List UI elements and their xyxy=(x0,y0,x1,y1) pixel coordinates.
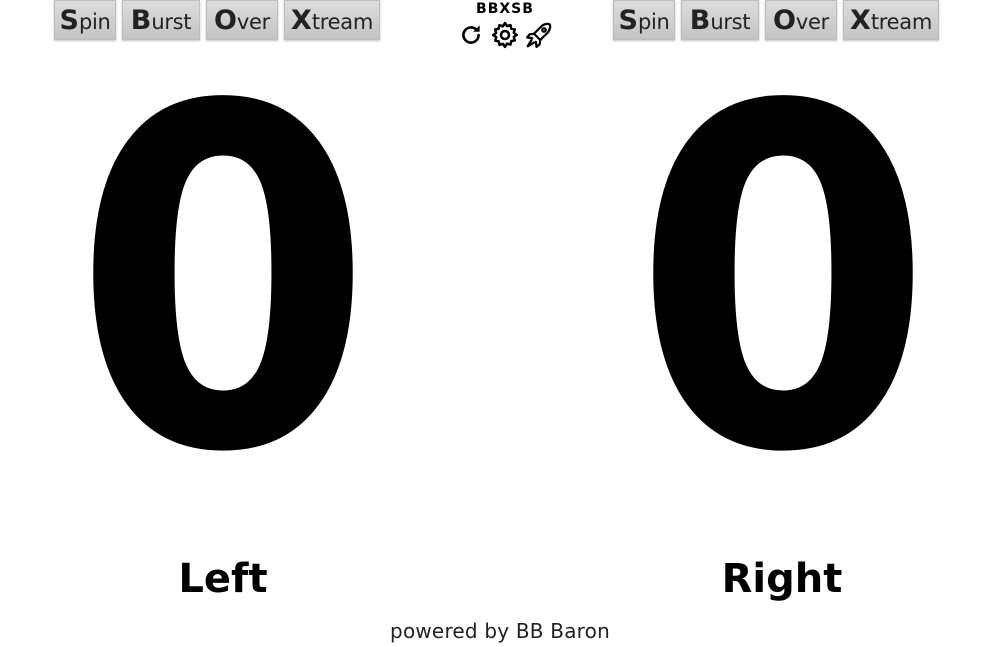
rocket-icon[interactable] xyxy=(524,20,554,50)
right-score[interactable]: 0 xyxy=(608,47,958,517)
refresh-icon[interactable] xyxy=(456,20,486,50)
app-title: BBXSB xyxy=(476,1,534,17)
header-icon-row xyxy=(455,20,555,50)
right-side-label: Right xyxy=(721,556,843,602)
header-controls: BBXSB xyxy=(455,0,555,50)
left-score[interactable]: 0 xyxy=(48,47,398,517)
left-side-label: Left xyxy=(178,556,268,602)
scoreboard-page: Spin Burst Over Xtream BBXSB S pin B urs… xyxy=(0,0,1000,647)
gear-icon[interactable] xyxy=(490,20,520,50)
footer-credit: powered by BB Baron xyxy=(390,619,610,643)
